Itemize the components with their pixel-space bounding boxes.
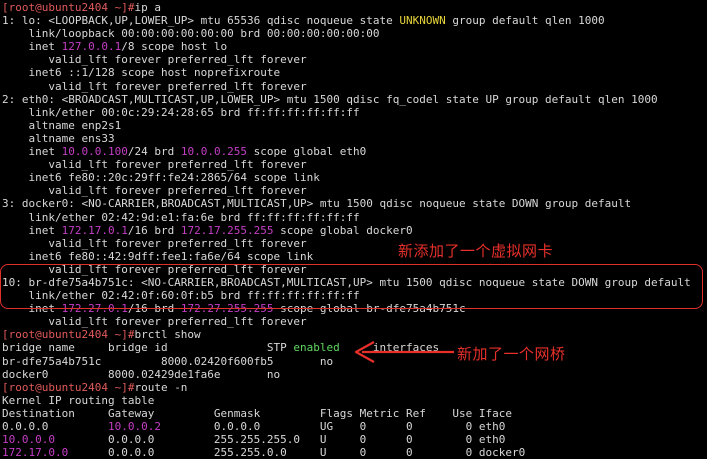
highlight-box	[0, 264, 703, 309]
terminal-text: 10.0.0.255	[180, 145, 248, 159]
terminal-line: 3: docker0: <NO-CARRIER,BROADCAST,MULTIC…	[2, 197, 707, 210]
terminal-text: valid_lft forever preferred_lft forever	[2, 236, 307, 250]
terminal-text: link/ether 02:42:9d:e1:fa:6e brd ff:ff:f…	[2, 210, 360, 224]
terminal-text: valid_lft forever preferred_lft forever	[2, 184, 307, 198]
terminal-text: altname enp2s1	[2, 118, 122, 132]
terminal-line: Kernel IP routing table	[2, 394, 707, 407]
annotation-virtual-nic: 新添加了一个虚拟网卡	[398, 242, 554, 260]
terminal-text: altname ens33	[2, 131, 115, 145]
terminal-text: scope global docker0	[273, 223, 413, 237]
terminal-text: valid_lft forever preferred_lft forever	[2, 79, 307, 93]
terminal-text: group default qlen 1000	[445, 14, 605, 28]
shell-prompt: [root@ubuntu2404 ~]#	[2, 328, 135, 342]
terminal-text: inet6 ::1/128 scope host noprefixroute	[2, 66, 281, 80]
terminal-line: inet 172.17.0.1/16 brd 172.17.255.255 sc…	[2, 224, 707, 237]
terminal-text: Kernel IP routing table	[2, 393, 155, 407]
terminal-line: [root@ubuntu2404 ~]#ip a	[2, 1, 707, 14]
terminal-text: 10.0.0.2	[107, 420, 161, 433]
terminal-text: 1: lo: <LOOPBACK,UP,LOWER_UP> mtu 65536 …	[2, 14, 400, 28]
terminal-line: valid_lft forever preferred_lft forever	[2, 315, 707, 328]
terminal-text: inet6 fe80::42:9dff:fee1:fa6e/64 scope l…	[2, 249, 314, 263]
annotation-bridge: 新加了一个网桥	[457, 345, 566, 363]
terminal-line: valid_lft forever preferred_lft forever	[2, 184, 707, 197]
terminal-line: inet6 ::1/128 scope host noprefixroute	[2, 66, 707, 79]
terminal-line: 0.0.0.0 10.0.0.2 0.0.0.0 UG 0 0 0 eth0	[2, 420, 707, 433]
terminal-text: 10.0.0.0	[2, 433, 55, 447]
terminal-text: valid_lft forever preferred_lft forever	[2, 158, 307, 172]
terminal-text: 0.0.0.0 255.255.0.0 U 0 0 0 docker0	[68, 446, 526, 459]
terminal-line: link/ether 02:42:9d:e1:fa:6e brd ff:ff:f…	[2, 211, 707, 224]
terminal-text: docker0 8000.02429de1fa6e no	[2, 367, 281, 381]
terminal-text: valid_lft forever preferred_lft forever	[2, 53, 307, 67]
terminal-text: brctl show	[134, 328, 201, 342]
terminal-line: inet 127.0.0.1/8 scope host lo	[2, 40, 707, 53]
terminal-line: altname ens33	[2, 132, 707, 145]
terminal-text: route -n	[134, 380, 188, 394]
terminal-text: inet	[2, 40, 62, 54]
terminal-line: [root@ubuntu2404 ~]#route -n	[2, 381, 707, 394]
terminal-text: 0.0.0.0	[2, 420, 108, 433]
terminal-line: valid_lft forever preferred_lft forever	[2, 158, 707, 171]
terminal-line: inet6 fe80::20c:29ff:fe24:2865/64 scope …	[2, 171, 707, 184]
terminal-line: 2: eth0: <BROADCAST,MULTICAST,UP,LOWER_U…	[2, 93, 707, 106]
arrow-left-icon	[354, 341, 454, 363]
terminal-text: 10.0.0.100	[61, 145, 128, 159]
terminal-text: inet	[2, 145, 62, 159]
terminal-text: inet	[2, 223, 62, 237]
terminal-line: valid_lft forever preferred_lft forever	[2, 237, 707, 250]
terminal-line: inet 10.0.0.100/24 brd 10.0.0.255 scope …	[2, 145, 707, 158]
terminal-line: Destination Gateway Genmask Flags Metric…	[2, 407, 707, 420]
terminal-text: 0.0.0.0 255.255.255.0 U 0 0 0 eth0	[54, 433, 506, 447]
terminal-line: 172.17.0.0 0.0.0.0 255.255.0.0 U 0 0 0 d…	[2, 446, 707, 459]
shell-prompt: [root@ubuntu2404 ~]#	[2, 380, 135, 394]
terminal-text: /8 scope host lo	[121, 40, 228, 54]
terminal-text: link/loopback 00:00:00:00:00:00 brd 00:0…	[2, 27, 380, 41]
terminal-text: inet6 fe80::20c:29ff:fe24:2865/64 scope …	[2, 171, 320, 185]
terminal-text: bridge name bridge id STP	[2, 341, 294, 355]
terminal-line: valid_lft forever preferred_lft forever	[2, 80, 707, 93]
terminal-text: 172.17.0.1	[61, 223, 128, 237]
shell-prompt: [root@ubuntu2404 ~]#	[2, 1, 135, 14]
terminal-line: 10.0.0.0 0.0.0.0 255.255.255.0 U 0 0 0 e…	[2, 433, 707, 446]
terminal-text: 172.17.0.0	[2, 446, 69, 459]
terminal-text: br-dfe75a4b751c 8000.02420f600fb5 no	[2, 354, 334, 368]
terminal-text: 3: docker0: <NO-CARRIER,BROADCAST,MULTIC…	[2, 197, 632, 211]
terminal-text: link/ether 00:0c:29:24:28:65 brd ff:ff:f…	[2, 105, 360, 119]
terminal-line: link/loopback 00:00:00:00:00:00 brd 00:0…	[2, 27, 707, 40]
terminal-line: docker0 8000.02429de1fa6e no	[2, 368, 707, 381]
terminal-line: altname enp2s1	[2, 119, 707, 132]
terminal-text: /16 brd	[127, 223, 181, 237]
terminal-line: 1: lo: <LOOPBACK,UP,LOWER_UP> mtu 65536 …	[2, 14, 707, 27]
terminal-text: scope global eth0	[247, 145, 367, 159]
terminal-line: valid_lft forever preferred_lft forever	[2, 53, 707, 66]
terminal-text: ip a	[134, 1, 161, 14]
terminal-text: 2: eth0: <BROADCAST,MULTICAST,UP,LOWER_U…	[2, 92, 658, 106]
terminal-text: /24 brd	[127, 145, 181, 159]
terminal-text: enabled	[293, 341, 340, 355]
terminal-text: UNKNOWN	[399, 14, 446, 28]
terminal-window[interactable]: [root@ubuntu2404 ~]#ip a 1: lo: <LOOPBACK…	[0, 0, 707, 459]
terminal-text: 172.17.255.255	[180, 223, 274, 237]
terminal-text: valid_lft forever preferred_lft forever	[2, 315, 307, 329]
terminal-text: Destination Gateway Genmask Flags Metric…	[2, 406, 512, 420]
terminal-text: 0.0.0.0 UG 0 0 0 eth0	[160, 420, 506, 433]
terminal-line: inet6 fe80::42:9dff:fee1:fa6e/64 scope l…	[2, 250, 707, 263]
terminal-line: link/ether 00:0c:29:24:28:65 brd ff:ff:f…	[2, 106, 707, 119]
terminal-text: 127.0.0.1	[61, 40, 122, 54]
terminal-output: [root@ubuntu2404 ~]#ip a 1: lo: <LOOPBACK…	[2, 1, 707, 459]
